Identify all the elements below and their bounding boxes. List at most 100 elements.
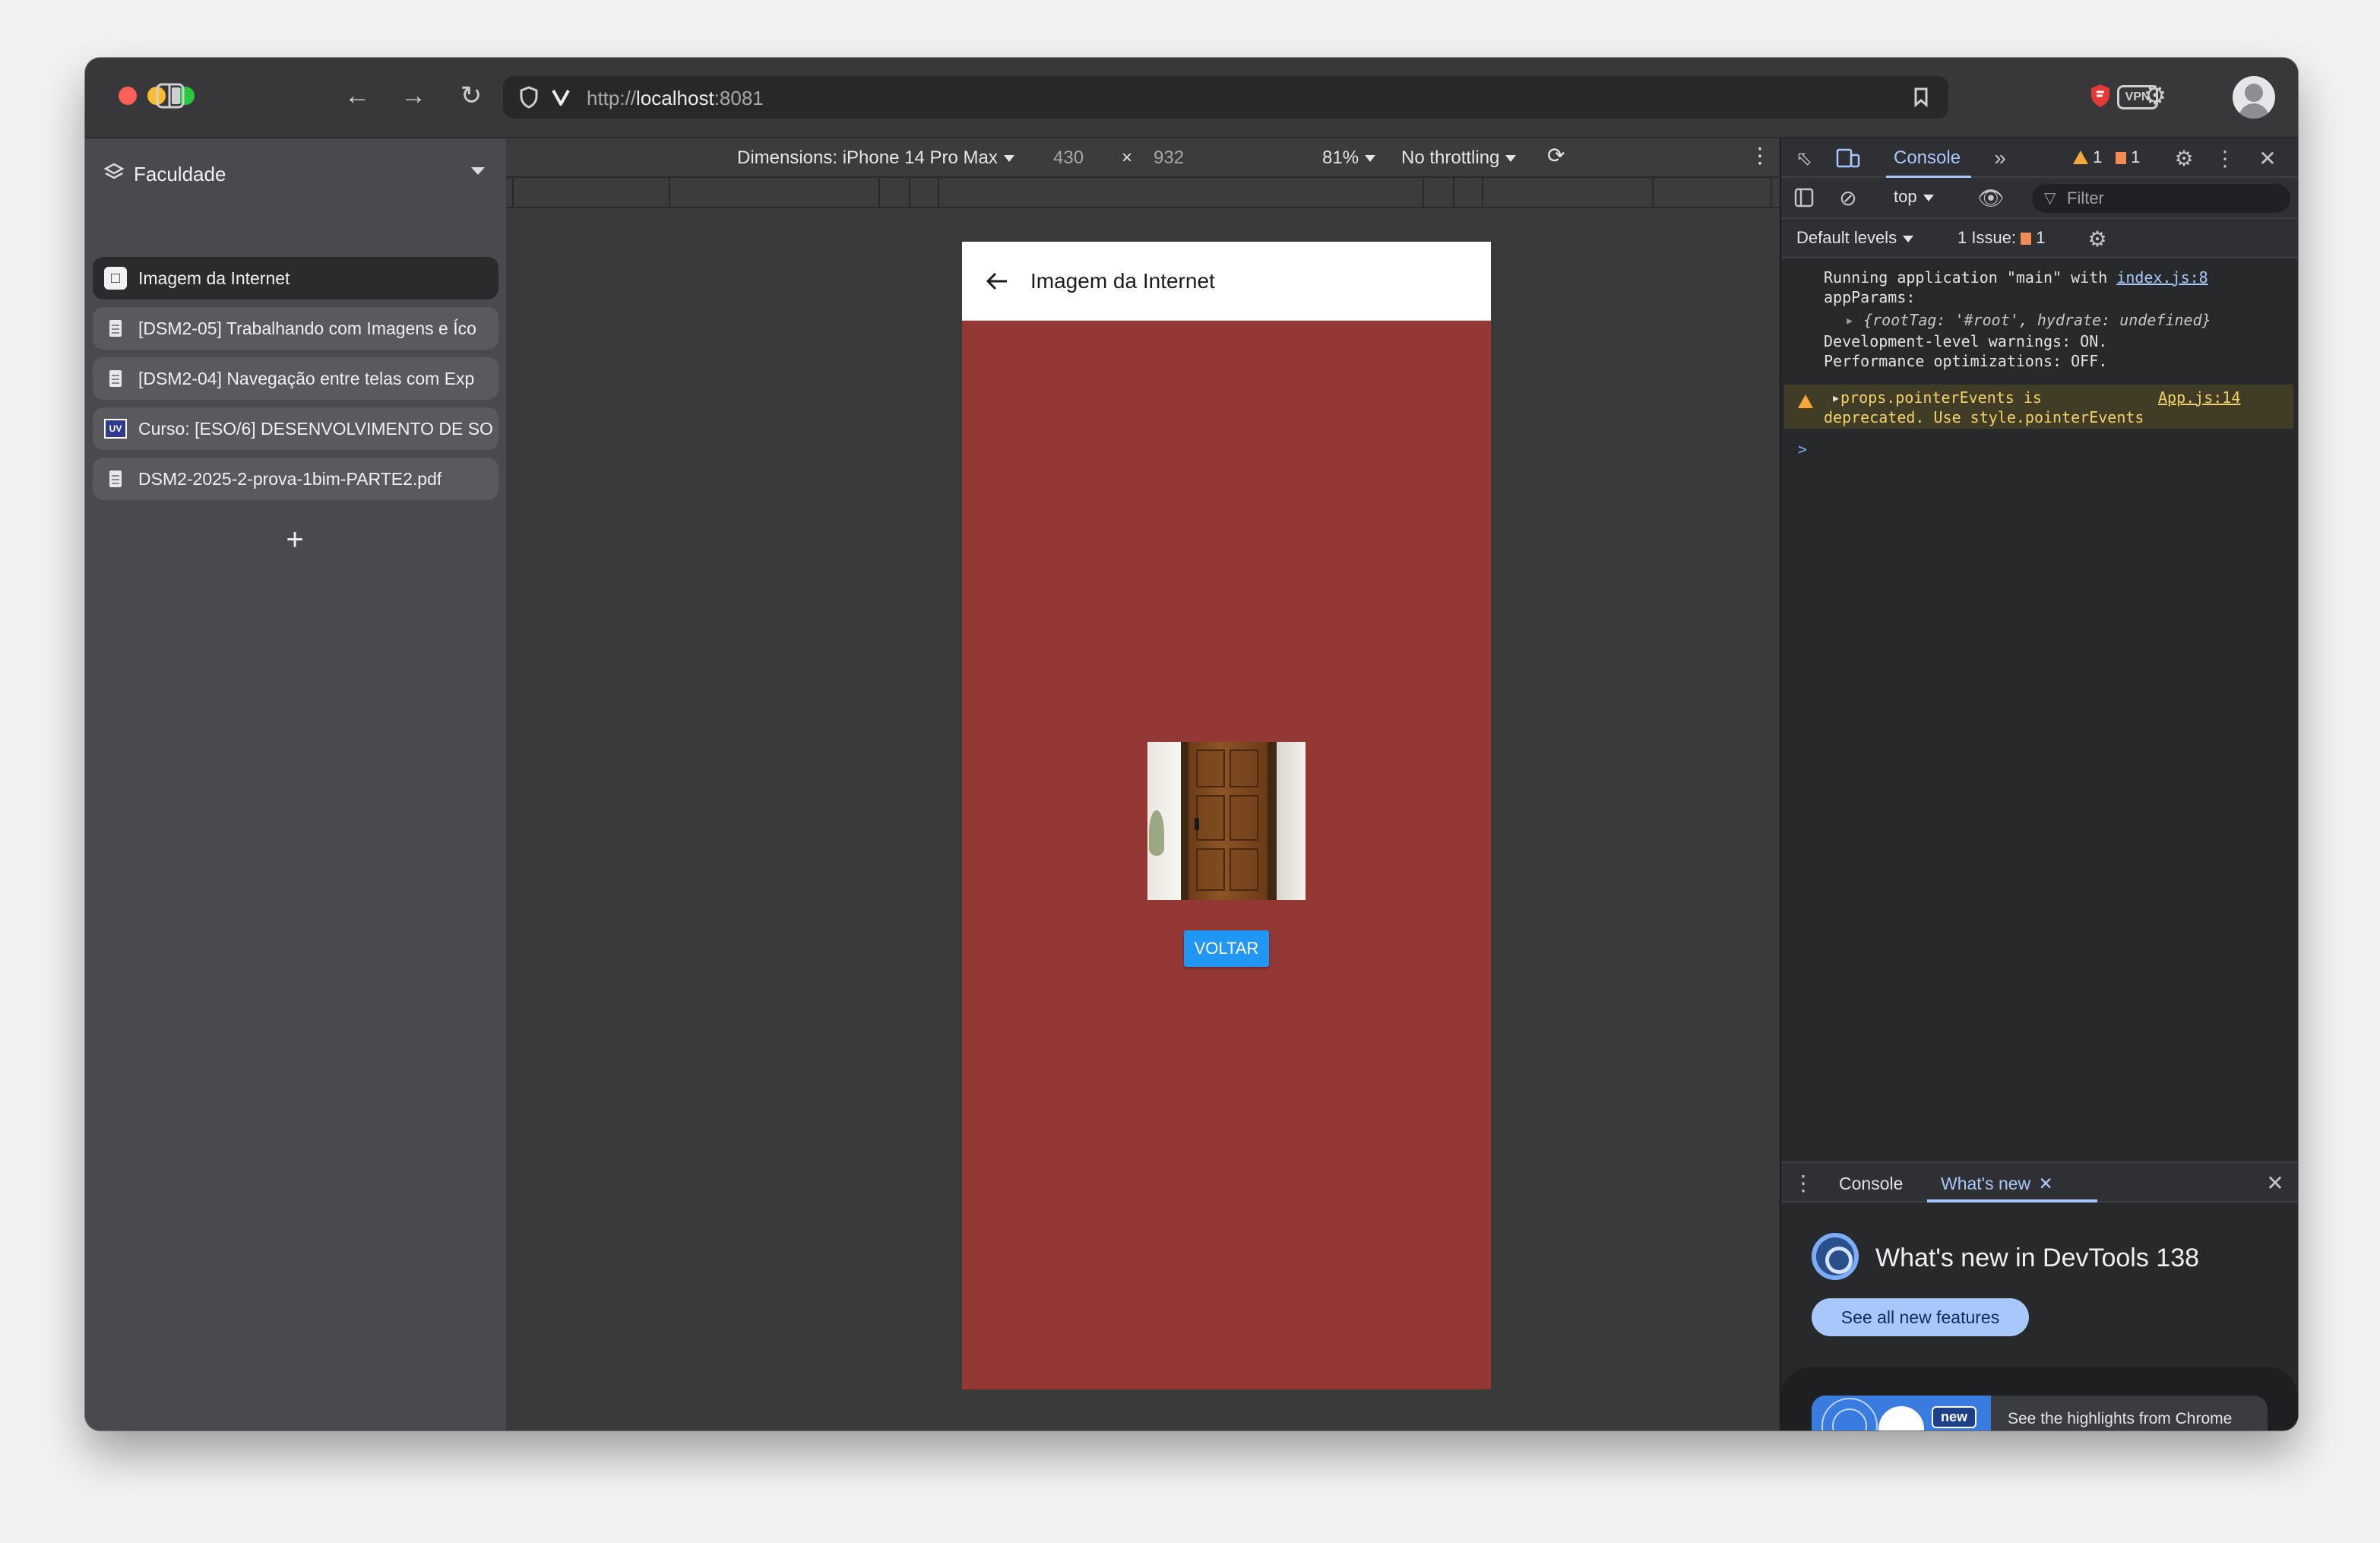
devtools-panel: ⬁ Console » 1 1 ⚙ ⋮ ✕ ⊘ top 👁 Filter ▽ D… [1780,138,2298,1431]
settings-gear-icon[interactable]: ⚙ [2170,144,2198,172]
drawer-tab-console[interactable]: Console [1839,1174,1903,1194]
tab-console[interactable]: Console [1885,147,1972,179]
voltar-button[interactable]: VOLTAR [1184,930,1269,967]
tab-label: [DSM2-04] Navegação entre telas com Exp [138,368,475,388]
sidebar-panel-icon[interactable] [1790,184,1818,211]
close-devtools-icon[interactable]: ✕ [2254,144,2281,172]
drawer-tabs: ⋮ Console What's new ✕ ✕ [1781,1161,2298,1202]
log-levels-select[interactable]: Default levels [1796,228,1913,248]
device-width-input[interactable]: 430 [1053,147,1084,169]
device-emulation-area: Dimensions: iPhone 14 Pro Max 430 × 932 … [506,138,1780,1431]
sidebar-tab-dsm2-04[interactable]: [DSM2-04] Navegação entre telas com Exp [93,357,498,400]
tab-sidebar: Faculdade □ Imagem da Internet [DSM2-05]… [85,138,506,1431]
device-dimensions-select[interactable]: Dimensions: iPhone 14 Pro Max [737,147,1014,169]
times-icon: × [1122,147,1133,168]
console-settings-icon[interactable]: ⚙ [2084,225,2111,252]
document-icon [103,366,128,391]
device-toggle-icon[interactable] [1834,144,1862,172]
tab-label: DSM2-2025-2-prova-1bim-PARTE2.pdf [138,468,442,489]
rotate-icon[interactable]: ⟳ [1547,143,1565,168]
extension-shield-icon[interactable] [2081,76,2120,116]
source-link[interactable]: index.js:8 [2116,268,2208,287]
document-icon [103,467,128,491]
console-filter-input[interactable]: Filter [2032,184,2290,213]
sidebar-tab-dsm2-05[interactable]: [DSM2-05] Trabalhando com Imagens e Íco [93,307,498,350]
issue-flag-icon [2116,152,2126,164]
app-cube-icon: □ [103,266,128,290]
sidebar-tab-prova-pdf[interactable]: DSM2-2025-2-prova-1bim-PARTE2.pdf [93,458,498,500]
reload-icon[interactable]: ↻ [451,76,491,116]
new-tab-button[interactable]: + [274,518,316,561]
url-text[interactable]: http://localhost:8081 [587,87,764,110]
inspect-element-icon[interactable]: ⬁ [1790,144,1818,172]
console-message: Development-level warnings: ON. [1824,332,2108,350]
vpn-icon[interactable]: VPN [2117,85,2158,109]
live-expression-eye-icon[interactable]: 👁 [1976,184,2006,211]
issues-counter[interactable]: 1 [2116,147,2140,167]
chevron-down-icon[interactable] [471,167,485,175]
close-tab-icon[interactable]: ✕ [2039,1174,2053,1193]
whats-new-title: What's new in DevTools 138 [1875,1244,2200,1272]
app-header: Imagem da Internet [962,242,1491,321]
context-select[interactable]: top [1894,187,1934,207]
chrome-devtools-icon [1812,1233,1859,1280]
app-header-title: Imagem da Internet [1030,269,1215,293]
warning-message: deprecated. Use style.pointerEvents [1824,408,2144,426]
warning-icon [1798,391,1813,411]
console-levels-bar: Default levels 1 Issue: 1 ⚙ [1781,219,2298,258]
drawer-tab-whats-new[interactable]: What's new ✕ [1941,1174,2053,1194]
highlights-text: See the highlights from Chrome 138 [2008,1410,2233,1427]
workspace-icon [103,162,134,187]
devtools-menu-icon[interactable]: ⋮ [2211,144,2239,172]
device-toolbar: Dimensions: iPhone 14 Pro Max 430 × 932 … [506,138,1780,176]
forward-icon[interactable]: → [394,76,433,116]
sidebar-tab-curso-eso6[interactable]: UV Curso: [ESO/6] DESENVOLVIMENTO DE SO [93,407,498,450]
console-message: Performance optimizations: OFF. [1824,352,2108,370]
phone-viewport: Imagem da Internet VOLTAR [962,242,1491,1389]
drawer-menu-icon[interactable]: ⋮ [1792,1169,1815,1196]
warning-icon [2073,150,2088,164]
title-bar: ← → ↻ http://localhost:8081 ⚙ VPN [85,58,2298,138]
workspace-name: Faculdade [134,162,226,185]
sidebar-toggle-icon[interactable] [150,76,190,116]
warning-source-link[interactable]: App.js:14 [2158,388,2240,407]
close-drawer-icon[interactable]: ✕ [2261,1169,2289,1196]
device-height-input[interactable]: 932 [1154,147,1184,169]
console-prompt[interactable]: > [1798,439,1807,459]
document-icon [103,316,128,341]
warning-message[interactable]: ▸props.pointerEvents is [1831,388,2042,407]
back-icon[interactable]: ← [337,76,377,116]
profile-avatar[interactable] [2233,76,2275,119]
tab-label: Curso: [ESO/6] DESENVOLVIMENTO DE SO [138,418,493,439]
sidebar-tab-imagem-da-internet[interactable]: □ Imagem da Internet [93,257,498,299]
new-badge: new [1932,1406,1977,1428]
tab-label: Imagem da Internet [138,268,290,288]
course-icon: UV [103,417,128,441]
browser-window: ← → ↻ http://localhost:8081 ⚙ VPN Faculd… [85,58,2298,1431]
issue-flag-icon [2021,233,2032,245]
vivaldi-icon [541,78,581,117]
console-object[interactable]: ▸ {rootTag: '#root', hydrate: undefined} [1845,310,2211,330]
media-query-ruler[interactable] [506,176,1780,208]
console-message: appParams: [1824,288,1916,306]
tab-label: [DSM2-05] Trabalhando com Imagens e Íco [138,318,476,338]
address-bar[interactable]: http://localhost:8081 [503,76,1948,119]
workspace-selector[interactable]: Faculdade [103,154,495,195]
zoom-select[interactable]: 81% [1322,147,1375,169]
more-tabs-icon[interactable]: » [1986,144,2014,172]
warnings-counter[interactable]: 1 [2073,147,2102,167]
console-message: Running application "main" with index.js… [1824,268,2208,287]
bookmark-icon[interactable] [1901,78,1941,117]
clear-console-icon[interactable]: ⊘ [1834,184,1862,211]
issues-link[interactable]: 1 Issue: 1 [1957,228,2046,248]
devtools-drawer: ⋮ Console What's new ✕ ✕ What's new in D… [1781,1161,2298,1431]
back-arrow-icon[interactable] [982,266,1012,296]
door-image [1147,742,1306,900]
console-toolbar: ⊘ top 👁 Filter ▽ [1781,178,2298,219]
see-all-features-button[interactable]: See all new features [1812,1298,2029,1336]
close-window-button[interactable] [119,87,137,105]
throttling-select[interactable]: No throttling [1401,147,1516,169]
more-options-icon[interactable]: ⋮ [1749,143,1771,168]
devtools-main-toolbar: ⬁ Console » 1 1 ⚙ ⋮ ✕ [1781,138,2298,179]
filter-icon: ▽ [2044,190,2056,207]
